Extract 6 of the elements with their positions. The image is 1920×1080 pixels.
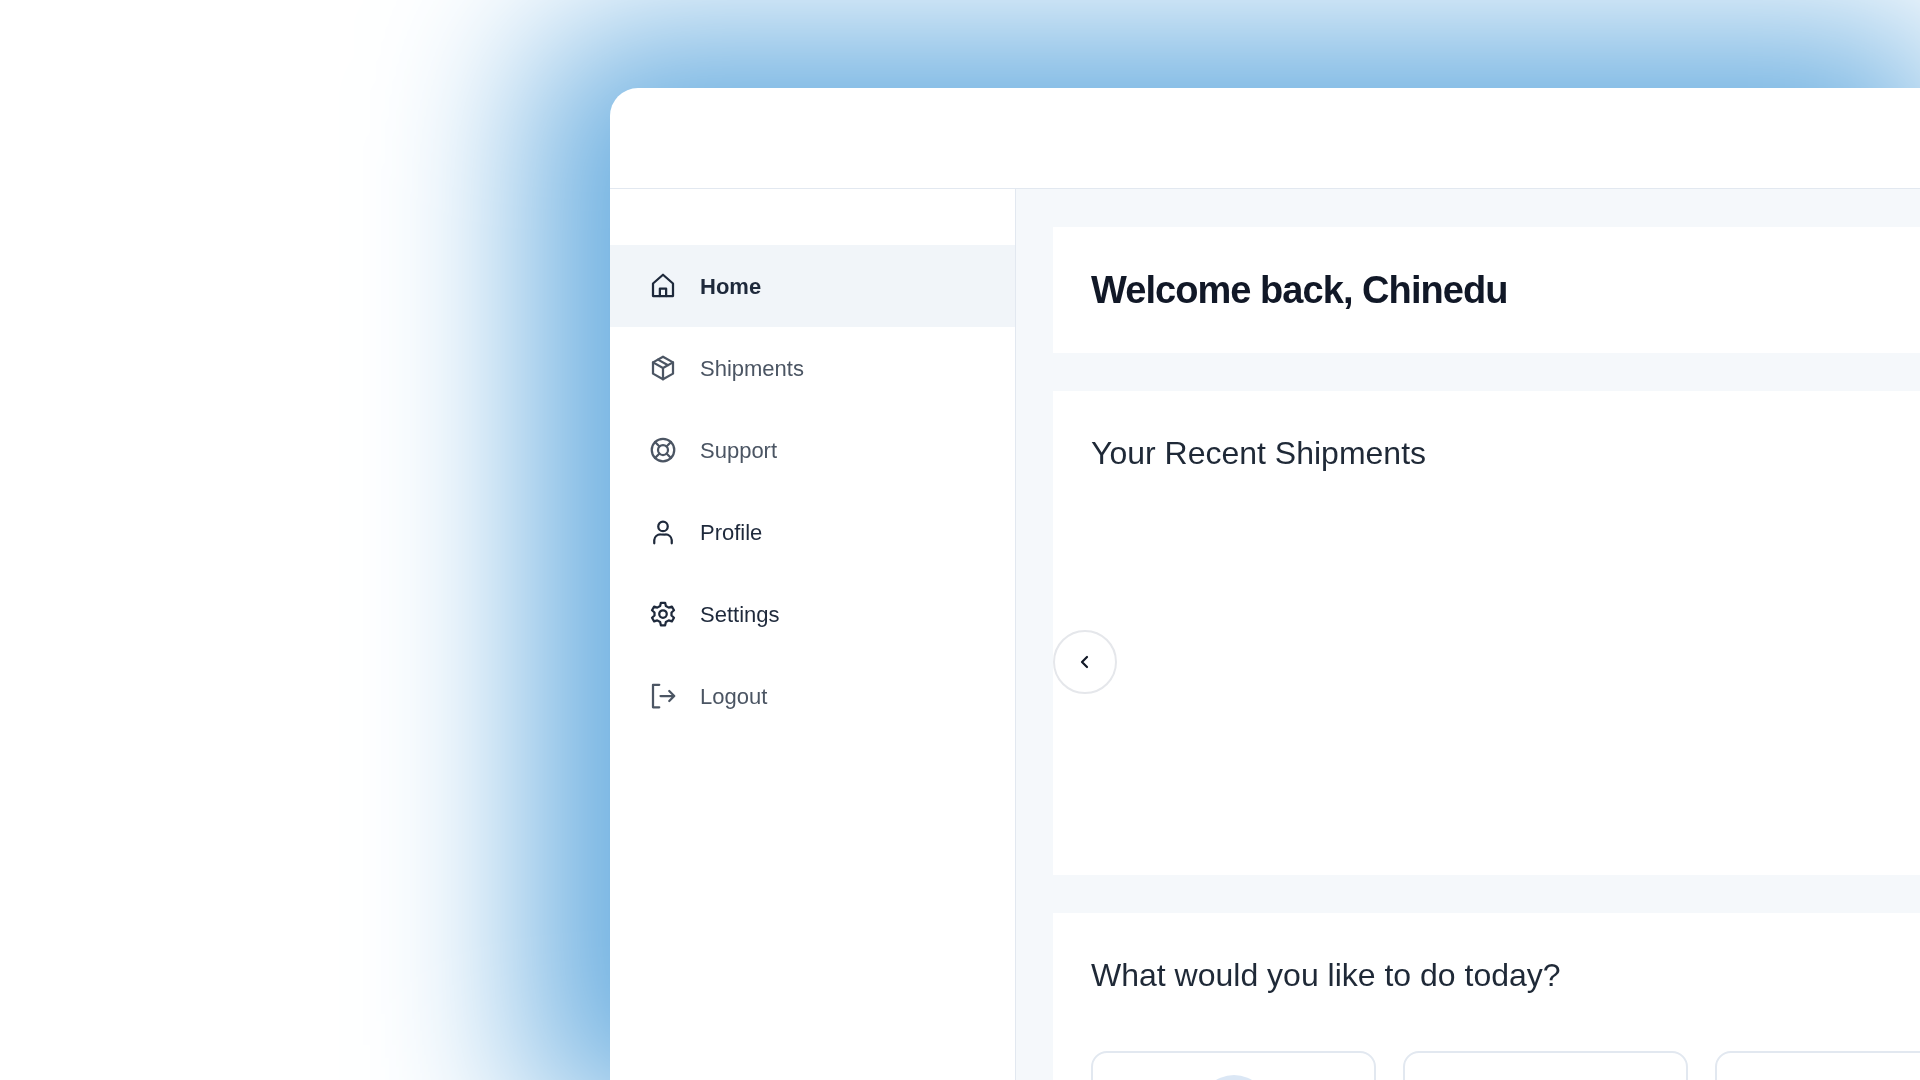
- lifebuoy-icon: [648, 435, 678, 465]
- welcome-heading: Welcome back, Chinedu: [1091, 267, 1508, 313]
- sidebar-item[interactable]: Home: [610, 245, 1015, 327]
- settings-icon: [648, 599, 678, 629]
- section-heading: Your Recent Shipments: [1091, 434, 1427, 473]
- section-heading: What would you like to do today?: [1091, 956, 1562, 995]
